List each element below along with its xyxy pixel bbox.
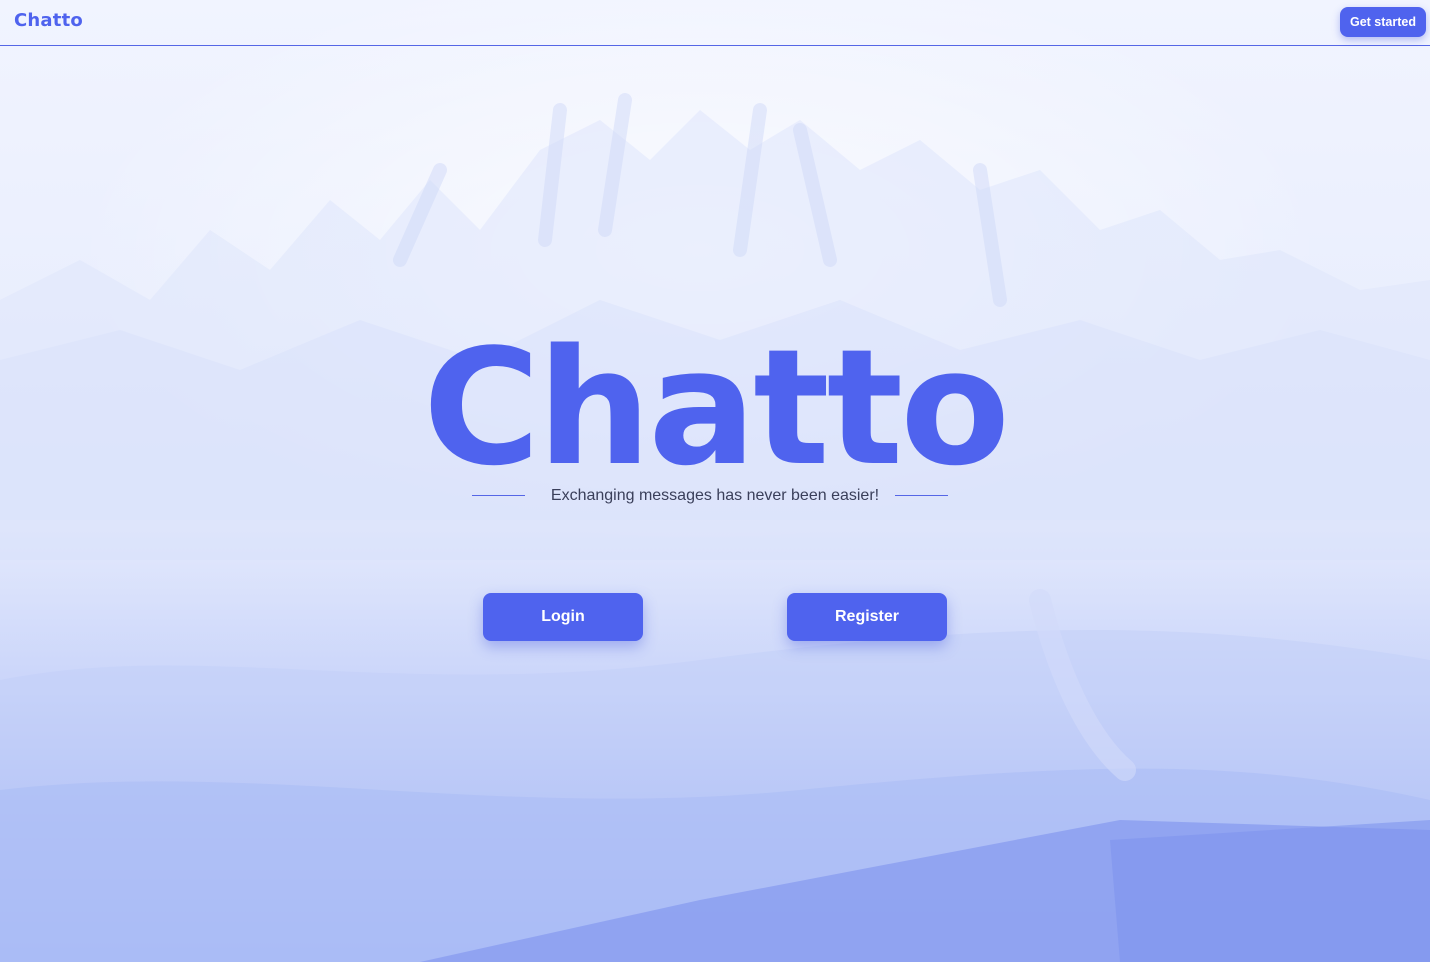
top-navbar: Chatto Get started: [0, 0, 1430, 46]
get-started-button[interactable]: Get started: [1340, 7, 1426, 37]
hero-title: Chatto: [422, 314, 1010, 501]
hero-subtitle: Exchanging messages has never been easie…: [550, 487, 880, 504]
register-button[interactable]: Register: [787, 593, 947, 641]
subtitle-divider-right: [895, 495, 948, 496]
hero-subtitle-row: Exchanging messages has never been easie…: [0, 485, 1430, 507]
brand-logo[interactable]: Chatto: [14, 10, 83, 31]
login-button[interactable]: Login: [483, 593, 643, 641]
